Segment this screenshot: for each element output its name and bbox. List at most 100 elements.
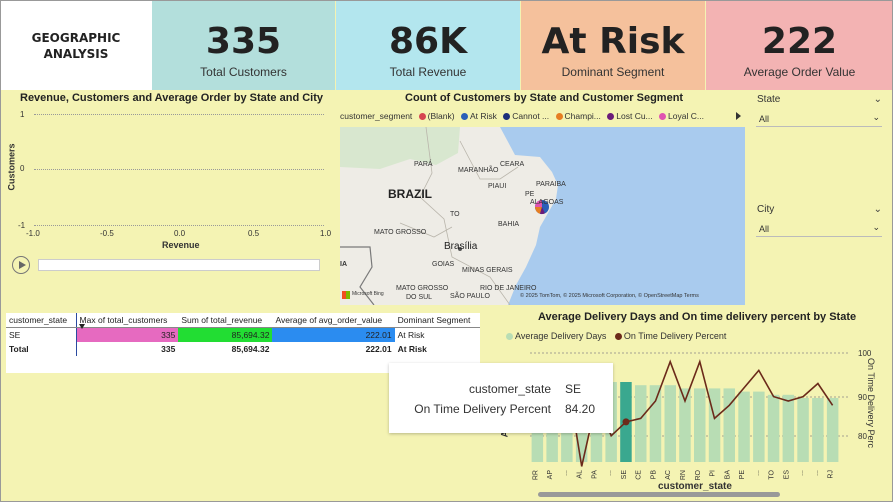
table-cell: 222.01 xyxy=(365,344,392,354)
scatter-panel[interactable]: Revenue, Customers and Average Order by … xyxy=(4,90,336,310)
scatter-title: Revenue, Customers and Average Order by … xyxy=(20,92,323,104)
state-select[interactable]: All ⌄ xyxy=(756,112,882,127)
table-cell: 222.01 xyxy=(272,327,395,342)
map-legend-item: Cannot ... xyxy=(503,111,549,121)
scatter-ylabel: Customers xyxy=(6,143,17,191)
map-legend-item: At Risk xyxy=(460,111,497,121)
table-cell: 85,694.32 xyxy=(231,344,270,354)
delivery-days-bar[interactable] xyxy=(708,388,721,462)
sort-arrow-icon xyxy=(79,324,85,329)
delivery-days-bar[interactable] xyxy=(664,385,677,462)
map-label-ceara: CEARA xyxy=(500,161,525,168)
kpi-value: 335 xyxy=(205,21,282,62)
table-header[interactable]: Average of avg_order_value xyxy=(272,313,395,328)
map-legend-item: (Blank) xyxy=(418,111,455,121)
map-label-rio: RIO DE JANEIRO xyxy=(480,285,537,292)
delivery-days-bar[interactable] xyxy=(649,385,662,462)
kpi-total-customers: 335 Total Customers xyxy=(152,0,335,90)
map-label-maranhao: MARANHÃO xyxy=(458,167,499,174)
table-header[interactable]: customer_state xyxy=(6,313,77,328)
kpi-average-order-value: 222 Average Order Value xyxy=(706,0,893,90)
map-label-pe: PE xyxy=(525,191,535,198)
tooltip-value: SE xyxy=(565,382,582,396)
tooltip-value: 84.20 xyxy=(565,402,596,416)
x-tick-label: ES xyxy=(783,470,790,480)
kpi-value: At Risk xyxy=(541,21,685,62)
chevron-down-icon[interactable]: ⌄ xyxy=(874,204,882,215)
scatter-xtick: -0.5 xyxy=(100,229,114,238)
map-label-para: PARÁ xyxy=(414,161,433,168)
x-tick-label: SE xyxy=(621,470,628,480)
play-button[interactable] xyxy=(12,256,30,274)
map-label-sao-paulo: SÃO PAULO xyxy=(450,293,490,300)
legend-dot-icon xyxy=(418,113,426,120)
x-tick-label: PA xyxy=(591,470,598,479)
x-tick-label: RN xyxy=(680,470,687,480)
kpi-label: Dominant Segment xyxy=(561,65,665,79)
map-label-country: BRAZIL xyxy=(388,187,432,201)
delivery-days-bar[interactable] xyxy=(767,394,780,462)
table-total-row: Total 335 85,694.32 222.01 At Risk xyxy=(6,342,480,356)
scatter-gridline xyxy=(34,169,324,170)
x-tick-label: AC xyxy=(665,470,672,480)
scatter-xtick: -1.0 xyxy=(26,229,40,238)
kpi-total-revenue: 86K Total Revenue xyxy=(336,0,520,90)
map-attribution: © 2025 TomTom, © 2025 Microsoft Corporat… xyxy=(520,293,699,299)
title-card: GEOGRAPHIC ANALYSIS xyxy=(0,0,152,90)
delivery-days-bar[interactable] xyxy=(812,398,824,462)
map-label-brasilia: Brasília xyxy=(444,241,478,252)
map-svg xyxy=(340,127,745,305)
x-tick-label: ... xyxy=(562,470,569,476)
delivery-days-bar[interactable] xyxy=(738,391,750,462)
kpi-value: 222 xyxy=(761,21,838,62)
combo-scrollbar[interactable] xyxy=(538,492,780,497)
play-axis-slider[interactable] xyxy=(38,259,320,271)
combo-y2-tick: 100 xyxy=(858,349,872,358)
chevron-down-icon: ⌄ xyxy=(872,112,880,122)
map-label-goias: GOIAS xyxy=(432,261,455,268)
legend-next-icon[interactable] xyxy=(736,112,741,120)
delivery-days-bar[interactable] xyxy=(826,398,839,462)
table-header[interactable]: Dominant Segment xyxy=(394,313,480,328)
delivery-days-bar[interactable] xyxy=(694,388,706,462)
microsoft-logo xyxy=(342,291,350,299)
table: customer_state Max of total_customers Su… xyxy=(6,313,480,356)
scatter-xlabel: Revenue xyxy=(162,240,200,250)
map-legend-item: Lost Cu... xyxy=(607,111,653,121)
kpi-label: Total Revenue xyxy=(389,65,467,79)
map-legend-item: Loyal C... xyxy=(659,111,704,121)
delivery-days-bar[interactable] xyxy=(635,385,647,462)
combo-ylabel-right: On Time Delivery Perc xyxy=(866,357,877,449)
legend-dot-icon xyxy=(506,333,513,340)
x-tick-label: ... xyxy=(754,470,761,476)
tooltip-key: On Time Delivery Percent xyxy=(414,402,551,416)
delivery-days-bar[interactable] xyxy=(782,394,795,462)
map-legend: customer_segment (Blank) At Risk Cannot … xyxy=(340,111,750,125)
state-slicer[interactable]: State ⌄ All ⌄ xyxy=(756,92,886,128)
chevron-down-icon[interactable]: ⌄ xyxy=(874,94,882,105)
map-legend-item: Champi... xyxy=(555,111,601,121)
delivery-days-bar[interactable] xyxy=(753,391,765,462)
map-legend-label: customer_segment xyxy=(340,111,413,121)
map-label-mato-grosso: MATO GROSSO xyxy=(374,229,427,236)
table-row[interactable]: SE 335 85,694.32 222.01 At Risk xyxy=(6,327,480,342)
scatter-ytick: -1 xyxy=(18,221,26,230)
delivery-days-bar[interactable] xyxy=(797,398,809,462)
combo-title: Average Delivery Days and On time delive… xyxy=(538,311,857,323)
scatter-xtick: 0.5 xyxy=(248,229,260,238)
scatter-xtick: 0.0 xyxy=(174,229,186,238)
map-canvas[interactable]: PARÁ MARANHÃO CEARA PIAUI PE PARAIBA ALA… xyxy=(340,127,745,305)
table-cell: Total xyxy=(9,344,29,354)
city-select[interactable]: All ⌄ xyxy=(756,222,882,237)
x-tick-label: BA xyxy=(724,470,731,480)
city-slicer[interactable]: City ⌄ All ⌄ xyxy=(756,202,886,238)
kpi-dominant-segment: At Risk Dominant Segment xyxy=(521,0,705,90)
table-header[interactable]: Sum of total_revenue xyxy=(178,313,273,328)
table-cell: 335 xyxy=(75,342,179,356)
on-time-point[interactable] xyxy=(622,418,630,426)
table-header[interactable]: Max of total_customers xyxy=(75,313,179,328)
map-label-to: TO xyxy=(450,211,460,218)
legend-dot-icon xyxy=(659,113,667,120)
map-label-piaui: PIAUI xyxy=(488,183,507,190)
x-tick-label: PB xyxy=(651,470,658,480)
